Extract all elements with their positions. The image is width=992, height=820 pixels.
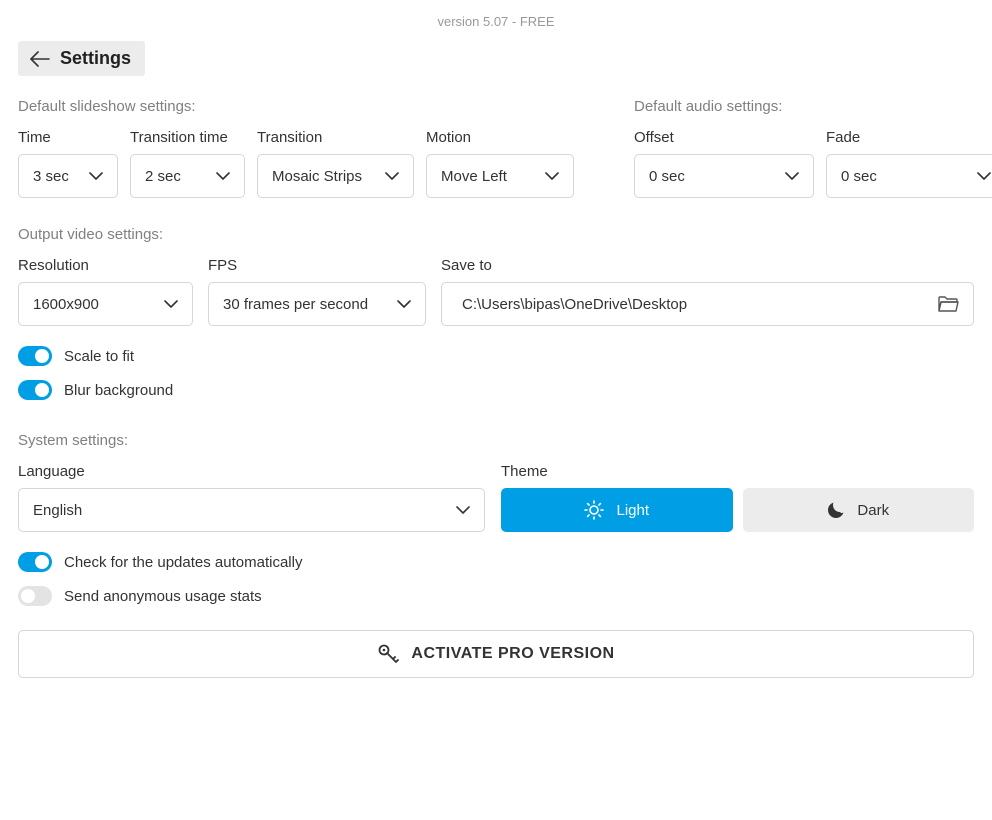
check-updates-toggle[interactable] (18, 552, 52, 572)
motion-select[interactable]: Move Left (426, 154, 574, 198)
fade-value: 0 sec (841, 168, 877, 185)
folder-icon (937, 295, 959, 313)
theme-light-label: Light (616, 502, 649, 519)
save-to-label: Save to (441, 257, 974, 274)
resolution-label: Resolution (18, 257, 193, 274)
save-to-field[interactable]: C:\Users\bipas\OneDrive\Desktop (441, 282, 974, 326)
chevron-down-icon (545, 172, 559, 180)
transition-value: Mosaic Strips (272, 168, 362, 185)
audio-settings-header: Default audio settings: (634, 98, 992, 115)
version-text: version 5.07 - FREE (0, 0, 992, 41)
theme-dark-label: Dark (857, 502, 889, 519)
chevron-down-icon (216, 172, 230, 180)
page-title: Settings (60, 48, 131, 69)
save-to-value: C:\Users\bipas\OneDrive\Desktop (456, 296, 937, 313)
anon-stats-toggle[interactable] (18, 586, 52, 606)
arrow-left-icon (30, 51, 50, 67)
offset-value: 0 sec (649, 168, 685, 185)
time-select[interactable]: 3 sec (18, 154, 118, 198)
resolution-value: 1600x900 (33, 296, 99, 313)
chevron-down-icon (385, 172, 399, 180)
language-label: Language (18, 463, 485, 480)
theme-light-button[interactable]: Light (501, 488, 733, 532)
transition-time-value: 2 sec (145, 168, 181, 185)
fade-select[interactable]: 0 sec (826, 154, 992, 198)
sun-icon (584, 500, 604, 520)
time-value: 3 sec (33, 168, 69, 185)
fps-label: FPS (208, 257, 426, 274)
chevron-down-icon (977, 172, 991, 180)
slideshow-settings-header: Default slideshow settings: (18, 98, 574, 115)
activate-pro-button[interactable]: ACTIVATE PRO VERSION (18, 630, 974, 678)
moon-icon (827, 501, 845, 519)
system-settings-header: System settings: (18, 432, 974, 449)
anon-stats-label: Send anonymous usage stats (64, 588, 262, 605)
key-icon (377, 643, 399, 665)
fps-value: 30 frames per second (223, 296, 368, 313)
fps-select[interactable]: 30 frames per second (208, 282, 426, 326)
motion-value: Move Left (441, 168, 507, 185)
transition-time-select[interactable]: 2 sec (130, 154, 245, 198)
chevron-down-icon (397, 300, 411, 308)
transition-label: Transition (257, 129, 414, 146)
transition-select[interactable]: Mosaic Strips (257, 154, 414, 198)
chevron-down-icon (89, 172, 103, 180)
time-label: Time (18, 129, 118, 146)
scale-to-fit-toggle[interactable] (18, 346, 52, 366)
theme-label: Theme (501, 463, 974, 480)
language-value: English (33, 502, 82, 519)
activate-label: ACTIVATE PRO VERSION (411, 645, 614, 663)
motion-label: Motion (426, 129, 574, 146)
check-updates-label: Check for the updates automatically (64, 554, 302, 571)
output-settings-header: Output video settings: (18, 226, 974, 243)
offset-label: Offset (634, 129, 814, 146)
back-button[interactable]: Settings (18, 41, 145, 76)
fade-label: Fade (826, 129, 992, 146)
theme-dark-button[interactable]: Dark (743, 488, 975, 532)
chevron-down-icon (164, 300, 178, 308)
scale-to-fit-label: Scale to fit (64, 348, 134, 365)
blur-background-label: Blur background (64, 382, 173, 399)
resolution-select[interactable]: 1600x900 (18, 282, 193, 326)
offset-select[interactable]: 0 sec (634, 154, 814, 198)
language-select[interactable]: English (18, 488, 485, 532)
chevron-down-icon (785, 172, 799, 180)
blur-background-toggle[interactable] (18, 380, 52, 400)
transition-time-label: Transition time (130, 129, 245, 146)
chevron-down-icon (456, 506, 470, 514)
